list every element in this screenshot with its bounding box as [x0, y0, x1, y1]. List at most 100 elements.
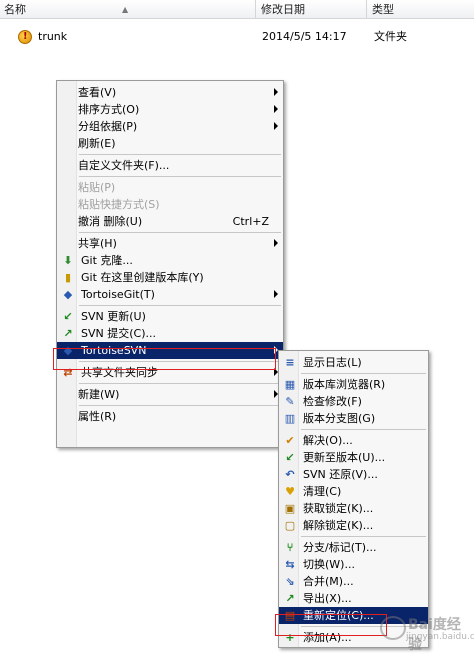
context_menu-item-2[interactable]: 分组依据(P) — [57, 118, 283, 135]
context_menu-item-7: 粘贴(P) — [57, 179, 283, 196]
update-to-revision-icon: ↙ — [285, 451, 295, 464]
submenu-arrow-icon — [274, 88, 278, 96]
menu-item-label: 解除锁定(K)... — [303, 519, 374, 532]
menu-separator — [79, 154, 281, 155]
context_menu-item-8: 粘贴快捷方式(S) — [57, 196, 283, 213]
menu-shortcut: Ctrl+Z — [232, 215, 269, 228]
file-date: 2014/5/5 14:17 — [262, 30, 347, 43]
merge-icon: ⇘ — [285, 575, 295, 588]
menu-item-label: 查看(V) — [78, 86, 117, 99]
svn_menu-item-15[interactable]: ⇘ 合并(M)... — [279, 573, 428, 590]
release-lock-icon: ▢ — [284, 519, 296, 532]
submenu-arrow-icon — [274, 239, 278, 247]
svn_menu-item-4[interactable]: ▥ 版本分支图(G) — [279, 410, 428, 427]
svn_menu-item-9[interactable]: ♥ 清理(C) — [279, 483, 428, 500]
menu-separator — [79, 405, 281, 406]
file-name: trunk — [38, 30, 68, 43]
annotation-box-relocate — [275, 614, 387, 636]
revert-icon: ↶ — [285, 468, 295, 481]
svn-update-icon: ↙ — [63, 310, 73, 323]
context_menu-item-svn[interactable]: ↙ SVN 更新(U) — [57, 308, 283, 325]
menu-item-label: 版本库浏览器(R) — [303, 378, 386, 391]
context_menu-item-1[interactable]: 排序方式(O) — [57, 101, 283, 118]
menu-separator — [79, 305, 281, 306]
revision-graph-icon: ▥ — [284, 412, 296, 425]
context-menu: 查看(V) 排序方式(O) 分组依据(P) 刷新(E) 自定义文件夹(F)... 粘贴(P… — [56, 80, 284, 448]
column-date-header[interactable]: 修改日期 — [257, 0, 367, 19]
menu-item-label: SVN 更新(U) — [81, 310, 146, 323]
menu-item-label: 版本分支图(G) — [303, 412, 376, 425]
watermark-url: jingyan.baidu.com — [406, 632, 474, 642]
resolve-icon: ✔ — [285, 434, 295, 447]
context_menu-item-git[interactable]: ▮ Git 在这里创建版本库(Y) — [57, 269, 283, 286]
cleanup-icon: ♥ — [285, 485, 295, 498]
menu-item-label: 分组依据(P) — [78, 120, 138, 133]
submenu-arrow-icon — [274, 122, 278, 130]
svn_menu-item-14[interactable]: ⇆ 切换(W)... — [279, 556, 428, 573]
submenu-arrow-icon — [274, 290, 278, 298]
menu-item-label: 排序方式(O) — [78, 103, 140, 116]
context_menu-item-0[interactable]: 查看(V) — [57, 84, 283, 101]
menu-item-label: 刷新(E) — [78, 137, 116, 150]
menu-item-label: 导出(X)... — [303, 592, 352, 605]
menu-separator — [301, 373, 426, 374]
context_menu-item-git[interactable]: ⬇ Git 克隆... — [57, 252, 283, 269]
svn_menu-item-6[interactable]: ✔ 解决(O)... — [279, 432, 428, 449]
svn_menu-item-13[interactable]: ⑂ 分支/标记(T)... — [279, 539, 428, 556]
file-row-trunk[interactable]: trunk 2014/5/5 14:17 文件夹 — [0, 28, 474, 46]
svn_menu-item-11[interactable]: ▢ 解除锁定(K)... — [279, 517, 428, 534]
svn_menu-item-3[interactable]: ✎ 检查修改(F) — [279, 393, 428, 410]
svn_menu-item-10[interactable]: ▣ 获取锁定(K)... — [279, 500, 428, 517]
context_menu-item-5[interactable]: 自定义文件夹(F)... — [57, 157, 283, 174]
menu-item-label: 新建(W) — [78, 388, 120, 401]
svn_menu-item-2[interactable]: ▦ 版本库浏览器(R) — [279, 376, 428, 393]
menu-item-label: Git 克隆... — [81, 254, 133, 267]
file-type: 文件夹 — [374, 30, 407, 43]
column-type-label: 类型 — [372, 3, 394, 16]
menu-separator — [79, 383, 281, 384]
menu-item-label: 属性(R) — [78, 410, 117, 423]
column-type-header[interactable]: 类型 — [368, 0, 474, 19]
menu-item-label: 更新至版本(U)... — [303, 451, 386, 464]
menu-item-label: 切换(W)... — [303, 558, 355, 571]
menu-separator — [301, 429, 426, 430]
menu-item-label: SVN 提交(C)... — [81, 327, 156, 340]
export-icon: ↗ — [285, 592, 295, 605]
context_menu-item-tortoisegit[interactable]: ◆ TortoiseGit(T) — [57, 286, 283, 303]
sort-up-icon: ▲ — [122, 5, 129, 14]
menu-item-label: 获取锁定(K)... — [303, 502, 374, 515]
context_menu-item-3[interactable]: 刷新(E) — [57, 135, 283, 152]
svn_menu-item-svn[interactable]: ↶ SVN 还原(V)... — [279, 466, 428, 483]
menu-separator — [79, 232, 281, 233]
menu-item-label: 粘贴(P) — [78, 181, 116, 194]
context_menu-item-24[interactable]: 属性(R) — [57, 408, 283, 425]
log-icon: ≡ — [285, 356, 295, 369]
menu-item-label: 清理(C) — [303, 485, 342, 498]
column-date-label: 修改日期 — [261, 3, 305, 16]
menu-separator — [79, 176, 281, 177]
baidu-watermark: Bai度经验 jingyan.baidu.com — [378, 614, 474, 653]
menu-item-label: 自定义文件夹(F)... — [78, 159, 170, 172]
annotation-box-tortoisesvn — [53, 348, 276, 370]
get-lock-icon: ▣ — [284, 502, 296, 515]
svn_menu-item-7[interactable]: ↙ 更新至版本(U)... — [279, 449, 428, 466]
context_menu-item-svn[interactable]: ↗ SVN 提交(C)... — [57, 325, 283, 342]
check-modifications-icon: ✎ — [285, 395, 295, 408]
menu-item-label: 撤消 删除(U) — [78, 215, 143, 228]
menu-item-label: 粘贴快捷方式(S) — [78, 198, 160, 211]
context_menu-item-22[interactable]: 新建(W) — [57, 386, 283, 403]
svn_menu-item-16[interactable]: ↗ 导出(X)... — [279, 590, 428, 607]
repo-browser-icon: ▦ — [284, 378, 296, 391]
menu-item-label: 解决(O)... — [303, 434, 353, 447]
svn_menu-item-0[interactable]: ≡ 显示日志(L) — [279, 354, 428, 371]
context_menu-item-11[interactable]: 共享(H) — [57, 235, 283, 252]
column-name-header[interactable]: 名称 ▲ — [0, 0, 256, 19]
git-create-icon: ▮ — [64, 271, 72, 284]
menu-item-label: 分支/标记(T)... — [303, 541, 377, 554]
svn-conflict-folder-icon — [18, 28, 32, 46]
context_menu-item-9[interactable]: 撤消 删除(U) Ctrl+Z — [57, 213, 283, 230]
column-header: 名称 ▲ 修改日期 类型 — [0, 0, 474, 19]
menu-item-label: 显示日志(L) — [303, 356, 362, 369]
menu-item-label: SVN 还原(V)... — [303, 468, 378, 481]
tortoisesvn-submenu: ≡ 显示日志(L) ▦ 版本库浏览器(R) ✎ 检查修改(F) ▥ 版本分支图(G) ✔ 解决(O… — [278, 350, 429, 648]
